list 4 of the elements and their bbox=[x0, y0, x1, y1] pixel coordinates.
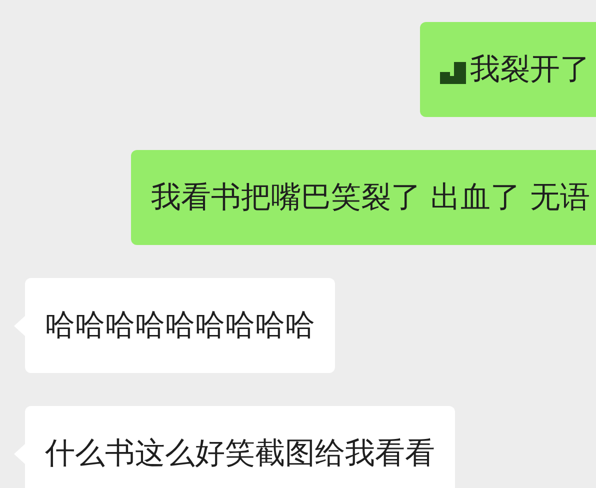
message-text: 我裂开了 bbox=[470, 51, 590, 89]
message-text: 什么书这么好笑截图给我看看 bbox=[45, 435, 435, 473]
message-text: 我看书把嘴巴笑裂了 出血了 无语 bbox=[150, 179, 590, 217]
message-text: 哈哈哈哈哈哈哈哈哈 bbox=[45, 307, 315, 345]
